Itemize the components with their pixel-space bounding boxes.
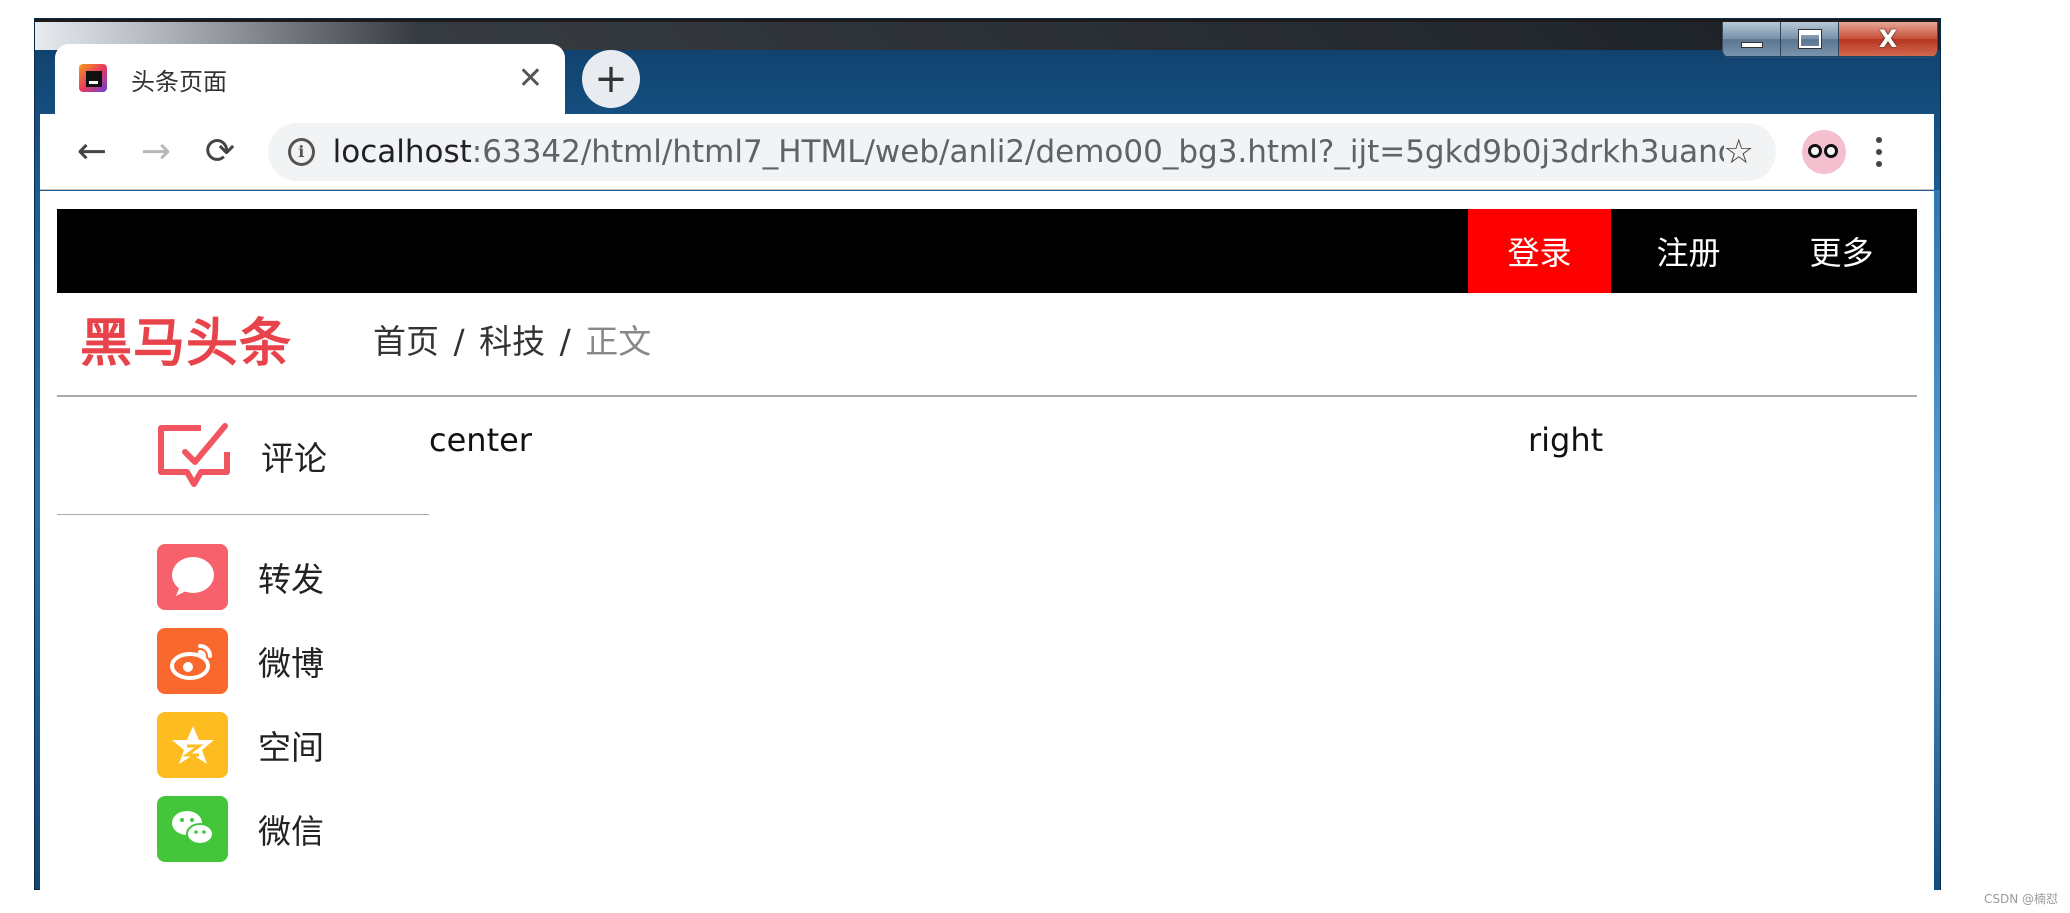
repost-bubble-icon: [157, 544, 228, 610]
share-label: 微博: [258, 644, 324, 683]
comment-row[interactable]: 评论: [57, 397, 429, 515]
breadcrumb-separator: /: [453, 322, 465, 361]
bookmark-star-icon[interactable]: ☆: [1724, 135, 1754, 169]
window-close-icon: X: [1878, 25, 1898, 53]
minimize-button[interactable]: [1723, 22, 1781, 56]
forward-button[interactable]: →: [124, 122, 188, 182]
maximize-button[interactable]: [1781, 22, 1839, 56]
login-link[interactable]: 登录: [1468, 209, 1611, 293]
share-label: 微信: [258, 812, 324, 851]
site-logo[interactable]: 黑马头条: [80, 301, 292, 376]
center-column-label: center: [429, 421, 532, 459]
share-item-qzone[interactable]: 空间: [57, 703, 429, 787]
right-column-label: right: [1528, 421, 1604, 459]
jetbrains-logo-icon: [79, 62, 113, 96]
share-item-wechat[interactable]: 微信: [57, 787, 429, 871]
more-link[interactable]: 更多: [1766, 209, 1917, 293]
profile-avatar[interactable]: [1802, 129, 1846, 174]
comment-label: 评论: [261, 438, 327, 478]
reload-button[interactable]: ⟳: [188, 122, 252, 182]
wechat-icon: [157, 796, 228, 862]
browser-menu-icon[interactable]: [1876, 136, 1882, 167]
back-button[interactable]: ←: [60, 122, 124, 182]
share-item-weibo[interactable]: 微博: [57, 619, 429, 703]
url-host: localhost: [332, 133, 472, 170]
url-path: :63342/html/html7_HTML/web/anli2/demo00_…: [471, 133, 1724, 170]
top-nav-bar: 登录 注册 更多: [57, 209, 1917, 293]
breadcrumb-tech[interactable]: 科技: [479, 322, 545, 361]
tab-close-icon[interactable]: ✕: [518, 64, 543, 94]
page-viewport: 登录 注册 更多 黑马头条 首页 / 科技 / 正文 评论 转发 微博 空间 微…: [40, 191, 1934, 891]
share-label: 转发: [258, 560, 324, 599]
qzone-star-icon: [157, 712, 228, 778]
comment-icon: [158, 422, 230, 487]
new-tab-button[interactable]: +: [582, 50, 640, 108]
weibo-icon: [157, 628, 228, 694]
breadcrumb: 首页 / 科技 / 正文: [373, 315, 651, 363]
breadcrumb-current: 正文: [585, 322, 652, 361]
breadcrumb-separator: /: [559, 322, 571, 361]
browser-toolbar: ← → ⟳ i localhost :63342/html/html7_HTML…: [40, 114, 1934, 190]
window-controls: X: [1722, 22, 1938, 58]
share-item-repost[interactable]: 转发: [57, 535, 429, 619]
watermark: CSDN @楠怼: [1983, 892, 2058, 906]
window-side-border: [1934, 190, 1940, 890]
minimize-icon: [1740, 42, 1763, 48]
browser-tab[interactable]: 头条页面 ✕: [55, 44, 565, 114]
window-close-button[interactable]: X: [1839, 22, 1937, 56]
maximize-icon: [1798, 30, 1821, 48]
address-bar[interactable]: i localhost :63342/html/html7_HTML/web/a…: [268, 122, 1776, 181]
share-label: 空间: [258, 728, 324, 767]
left-column: 评论 转发 微博 空间 微信: [57, 397, 429, 871]
register-link[interactable]: 注册: [1611, 209, 1766, 293]
share-list: 转发 微博 空间 微信: [57, 515, 429, 871]
browser-window: X 头条页面 ✕ + ← → ⟳ i localhost :63342/html…: [35, 19, 1940, 891]
info-icon[interactable]: i: [288, 137, 315, 166]
breadcrumb-home[interactable]: 首页: [373, 322, 439, 361]
tab-title: 头条页面: [131, 67, 227, 96]
